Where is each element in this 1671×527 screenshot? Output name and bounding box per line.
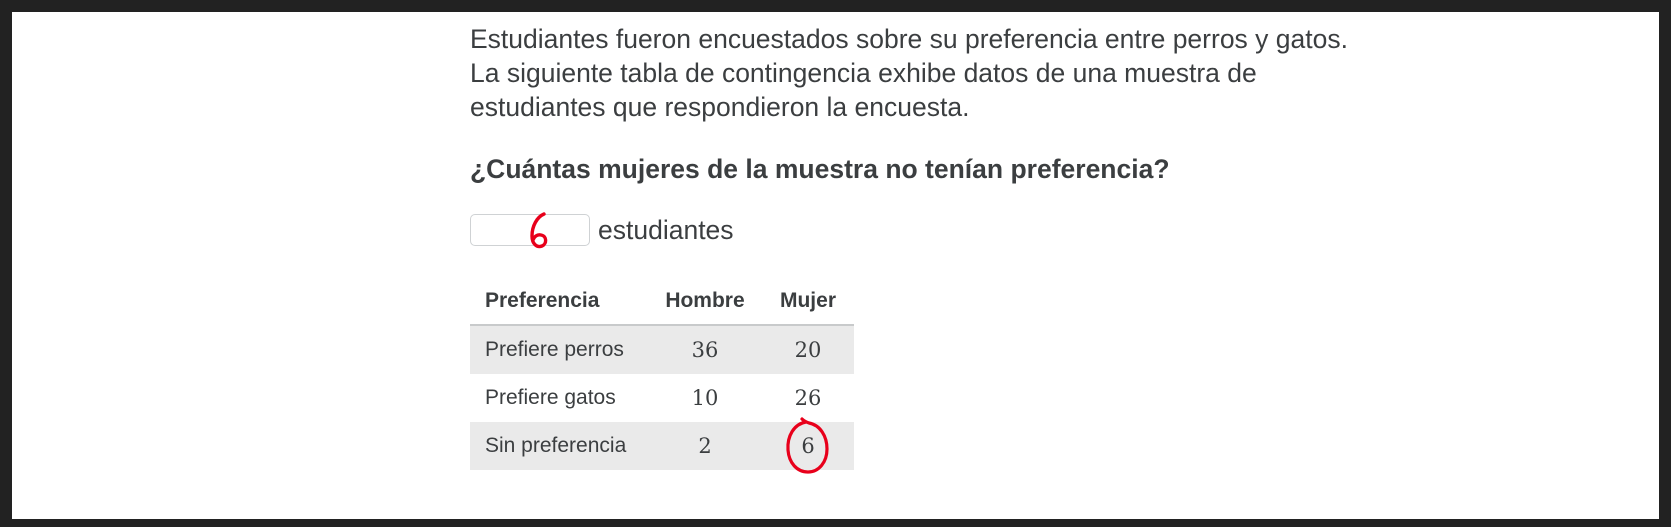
row-label: Prefiere perros <box>470 325 648 374</box>
table-row: Prefiere gatos 10 26 <box>470 374 854 422</box>
intro-line: Estudiantes fueron encuestados sobre su … <box>470 24 1348 54</box>
intro-line: La siguiente tabla de contingencia exhib… <box>470 58 1257 88</box>
column-header-mujer: Mujer <box>762 278 854 326</box>
column-header-hombre: Hombre <box>648 278 762 326</box>
handwritten-answer-six <box>530 212 548 249</box>
exercise-content: Estudiantes fueron encuestados sobre su … <box>470 22 1430 474</box>
question-text: ¿Cuántas mujeres de la muestra no tenían… <box>470 154 1170 184</box>
cell-mujer: 20 <box>762 325 854 374</box>
answer-input[interactable] <box>470 212 590 249</box>
row-label: Sin preferencia <box>470 422 648 470</box>
row-label: Prefiere gatos <box>485 386 616 409</box>
contingency-table: Preferencia Hombre Mujer Prefiere perros… <box>470 278 854 474</box>
cell-value: 6 <box>801 434 815 458</box>
cell-hombre: 10 <box>691 386 719 410</box>
column-header-preferencia: Preferencia <box>470 278 648 326</box>
intro-line: estudiantes que respondieron la encuesta… <box>470 92 970 122</box>
table-header-row: Preferencia Hombre Mujer <box>470 278 854 326</box>
cell-mujer: 26 <box>794 386 822 410</box>
problem-intro: Estudiantes fueron encuestados sobre su … <box>470 22 1430 124</box>
table-row: Prefiere perros 36 20 <box>470 325 854 374</box>
cell-hombre: 2 <box>648 422 762 470</box>
table-row: Sin preferencia 2 6 <box>470 417 854 474</box>
answer-unit: estudiantes <box>598 215 734 245</box>
answer-row: estudiantes <box>470 212 1430 249</box>
cell-hombre: 36 <box>648 325 762 374</box>
cell-mujer-circled: 6 <box>762 417 854 474</box>
screen-frame: Estudiantes fueron encuestados sobre su … <box>12 12 1659 519</box>
